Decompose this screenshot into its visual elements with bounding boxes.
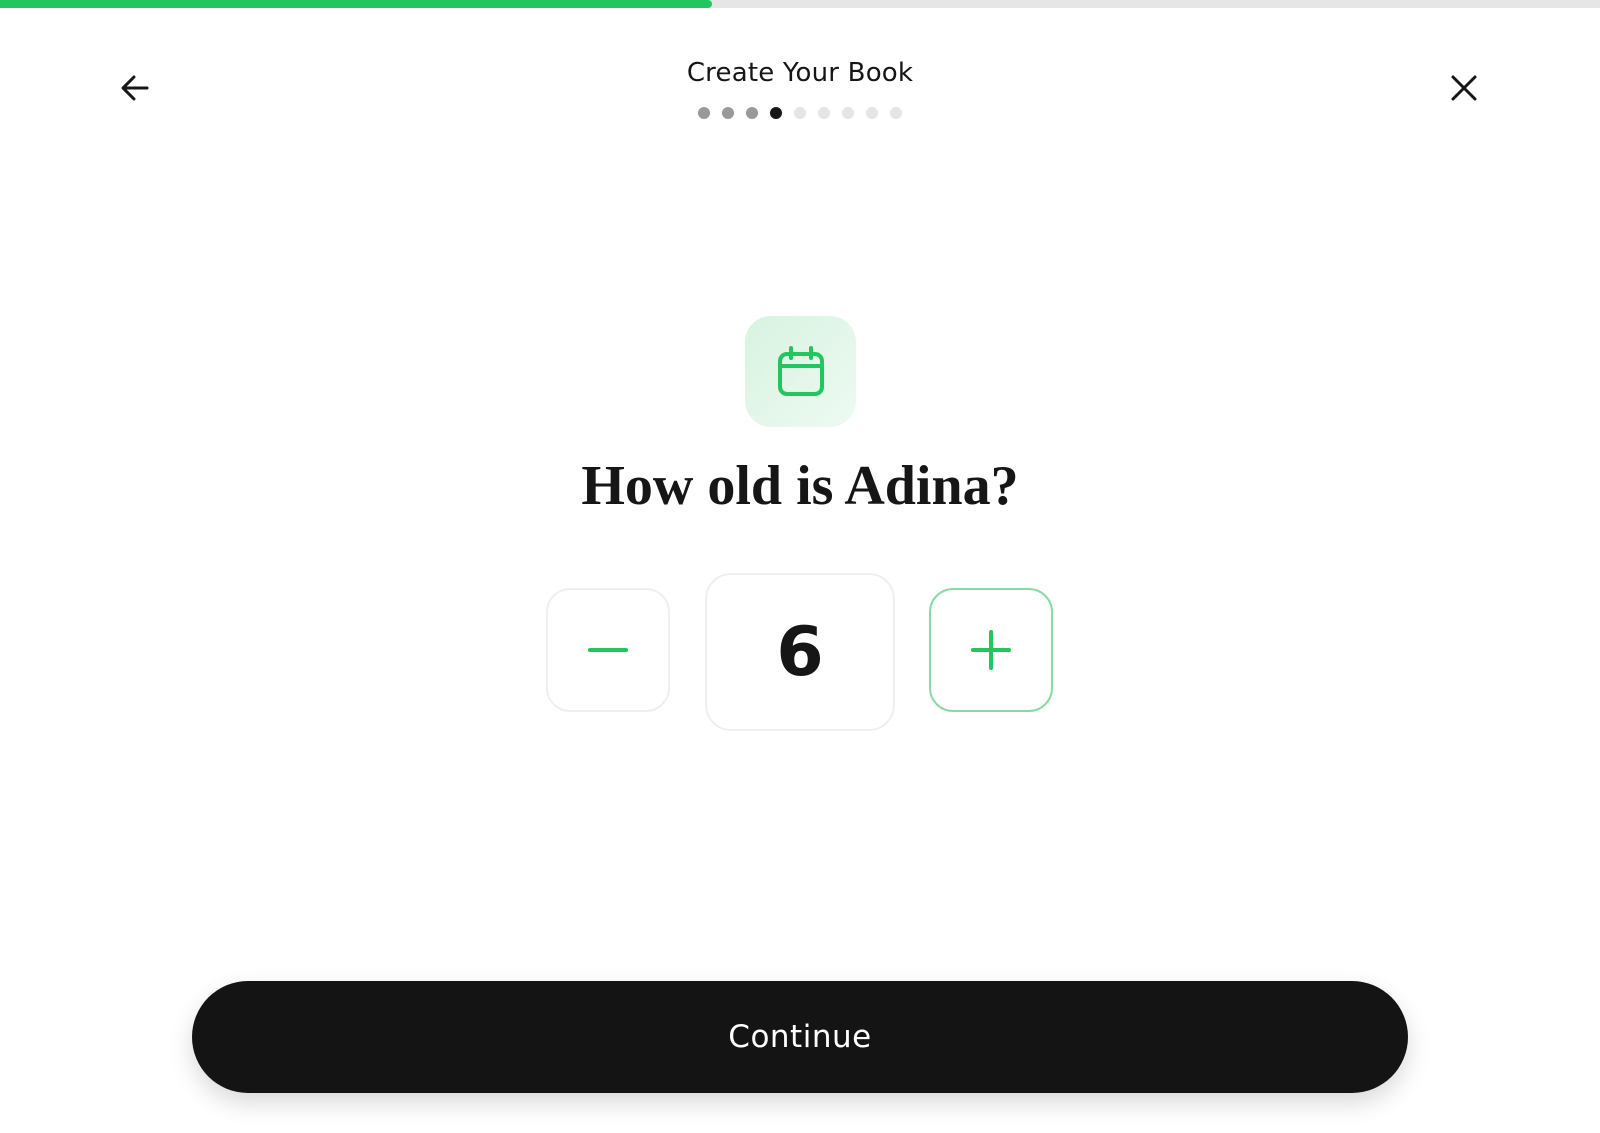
calendar-icon-tile <box>745 316 856 427</box>
step-dot <box>866 107 878 119</box>
question-heading: How old is Adina? <box>581 455 1019 517</box>
step-dot <box>890 107 902 119</box>
close-icon <box>1451 75 1477 101</box>
step-dot-current <box>770 107 782 119</box>
decrement-button[interactable] <box>546 588 670 712</box>
step-dot <box>794 107 806 119</box>
step-dot <box>698 107 710 119</box>
step-dot <box>818 107 830 119</box>
step-dot <box>722 107 734 119</box>
step-indicator <box>0 107 1600 119</box>
progress-track <box>0 0 1600 8</box>
close-button[interactable] <box>1440 64 1488 112</box>
calendar-icon <box>777 345 824 396</box>
plus-icon <box>971 630 1011 670</box>
continue-button[interactable]: Continue <box>192 981 1408 1093</box>
step-dot <box>842 107 854 119</box>
minus-icon <box>588 648 628 652</box>
page-title: Create Your Book <box>686 58 914 88</box>
age-value: 6 <box>705 573 895 731</box>
increment-button[interactable] <box>929 588 1053 712</box>
step-dot <box>746 107 758 119</box>
progress-fill <box>0 0 712 8</box>
